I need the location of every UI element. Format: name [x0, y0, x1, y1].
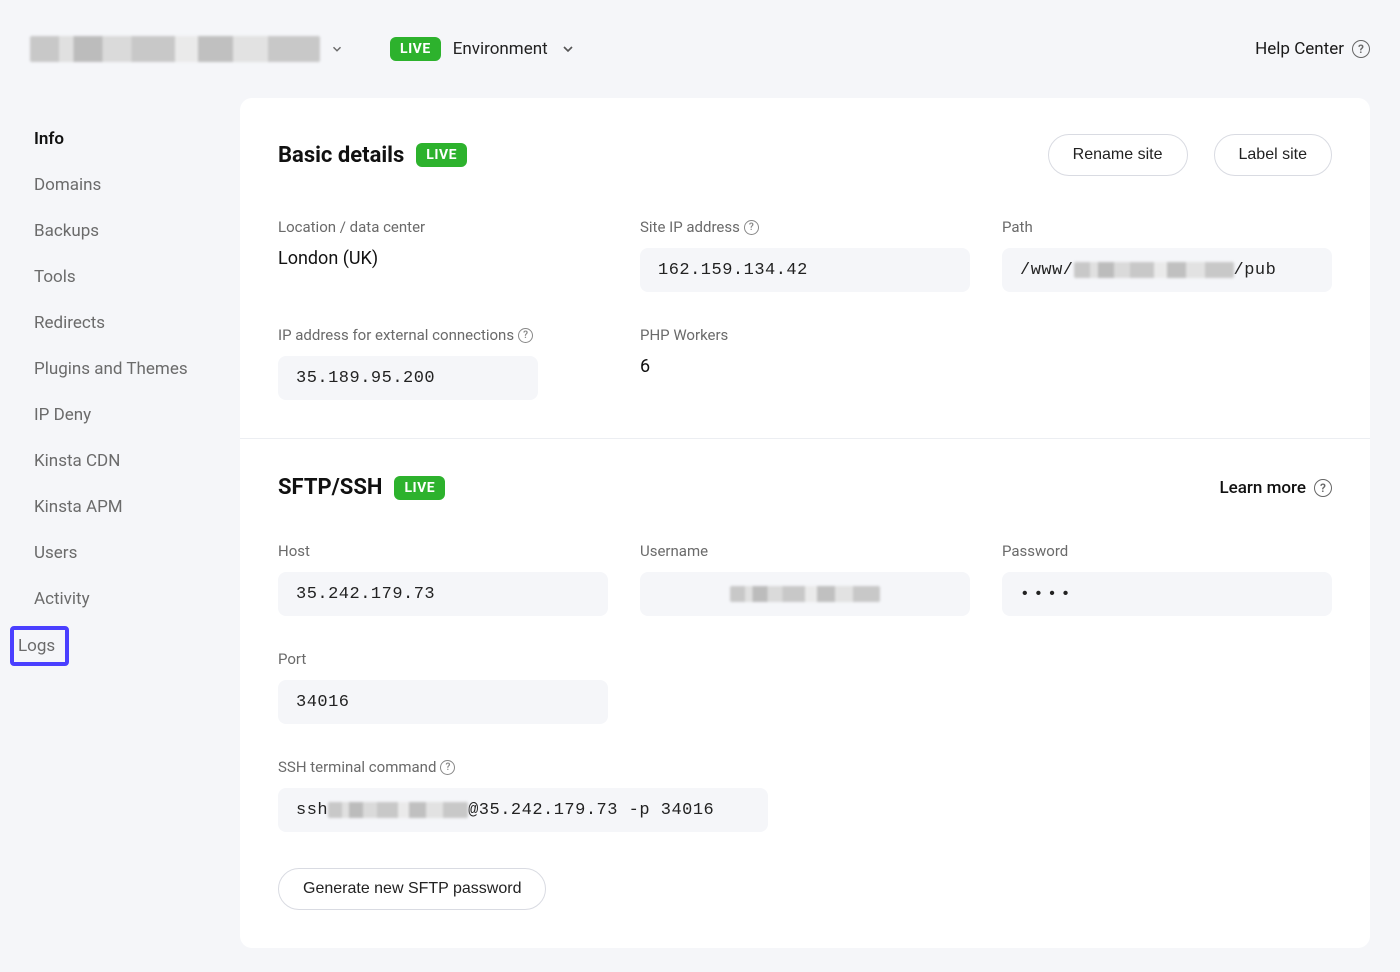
site-ip-value[interactable]: 162.159.134.42 — [640, 248, 970, 292]
site-selector[interactable] — [30, 36, 370, 62]
external-ip-label: IP address for external connections ? — [278, 326, 608, 344]
basic-details-panel: Basic details LIVE Rename site Label sit… — [240, 98, 1370, 438]
generate-sftp-password-button[interactable]: Generate new SFTP password — [278, 868, 546, 910]
environment-label: Environment — [453, 39, 548, 59]
basic-details-title: Basic details — [278, 143, 404, 168]
sidebar-item-kinsta-cdn[interactable]: Kinsta CDN — [30, 438, 216, 484]
sidebar-item-backups[interactable]: Backups — [30, 208, 216, 254]
learn-more-link[interactable]: Learn more ? — [1219, 478, 1332, 498]
username-redacted — [730, 586, 880, 602]
live-badge: LIVE — [390, 37, 441, 61]
path-field: Path /www//pub — [1002, 218, 1332, 292]
username-value[interactable] — [640, 572, 970, 616]
host-field: Host 35.242.179.73 — [278, 542, 608, 616]
ssh-command-value[interactable]: ssh @35.242.179.73 -p 34016 — [278, 788, 768, 832]
environment-selector[interactable]: LIVE Environment — [390, 37, 576, 61]
host-value[interactable]: 35.242.179.73 — [278, 572, 608, 616]
port-value[interactable]: 34016 — [278, 680, 608, 724]
question-icon[interactable]: ? — [518, 328, 533, 343]
sidebar-item-domains[interactable]: Domains — [30, 162, 216, 208]
password-label: Password — [1002, 542, 1332, 560]
site-ip-field: Site IP address ? 162.159.134.42 — [640, 218, 970, 292]
sidebar: Info Domains Backups Tools Redirects Plu… — [30, 98, 216, 664]
location-field: Location / data center London (UK) — [278, 218, 608, 292]
port-label: Port — [278, 650, 608, 668]
host-label: Host — [278, 542, 608, 560]
path-label: Path — [1002, 218, 1332, 236]
location-label: Location / data center — [278, 218, 608, 236]
site-name-redacted — [30, 36, 320, 62]
question-icon: ? — [1314, 479, 1332, 497]
sidebar-item-info[interactable]: Info — [30, 116, 216, 162]
ssh-user-redacted — [328, 802, 468, 818]
sftp-title: SFTP/SSH — [278, 475, 382, 500]
question-icon[interactable]: ? — [440, 760, 455, 775]
sftp-ssh-panel: SFTP/SSH LIVE Learn more ? Host 35.242.1… — [240, 438, 1370, 948]
php-workers-label: PHP Workers — [640, 326, 970, 344]
location-value: London (UK) — [278, 248, 608, 269]
top-bar: LIVE Environment Help Center ? — [30, 24, 1370, 98]
site-ip-label: Site IP address ? — [640, 218, 970, 236]
label-site-button[interactable]: Label site — [1214, 134, 1333, 176]
port-field: Port 34016 — [278, 650, 608, 724]
ssh-command-label: SSH terminal command ? — [278, 758, 970, 776]
sidebar-item-redirects[interactable]: Redirects — [30, 300, 216, 346]
external-ip-value[interactable]: 35.189.95.200 — [278, 356, 538, 400]
main-content: Basic details LIVE Rename site Label sit… — [240, 98, 1370, 948]
ssh-command-field: SSH terminal command ? ssh @35.242.179.7… — [278, 758, 970, 832]
password-field: Password •••• — [1002, 542, 1332, 616]
username-field: Username — [640, 542, 970, 616]
sidebar-item-ip-deny[interactable]: IP Deny — [30, 392, 216, 438]
php-workers-field: PHP Workers 6 — [640, 326, 970, 400]
php-workers-value: 6 — [640, 356, 970, 377]
help-center-link[interactable]: Help Center ? — [1255, 39, 1370, 59]
sidebar-item-activity[interactable]: Activity — [30, 576, 216, 622]
question-icon: ? — [1352, 40, 1370, 58]
external-ip-field: IP address for external connections ? 35… — [278, 326, 608, 400]
password-value[interactable]: •••• — [1002, 572, 1332, 616]
live-badge: LIVE — [394, 476, 445, 500]
sidebar-item-plugins-themes[interactable]: Plugins and Themes — [30, 346, 216, 392]
sidebar-item-tools[interactable]: Tools — [30, 254, 216, 300]
chevron-down-icon — [330, 42, 344, 56]
live-badge: LIVE — [416, 143, 467, 167]
sidebar-item-users[interactable]: Users — [30, 530, 216, 576]
sidebar-item-logs[interactable]: Logs — [12, 628, 67, 664]
question-icon[interactable]: ? — [744, 220, 759, 235]
rename-site-button[interactable]: Rename site — [1048, 134, 1188, 176]
username-label: Username — [640, 542, 970, 560]
chevron-down-icon — [560, 41, 576, 57]
path-value[interactable]: /www//pub — [1002, 248, 1332, 292]
help-center-label: Help Center — [1255, 39, 1344, 59]
sidebar-item-kinsta-apm[interactable]: Kinsta APM — [30, 484, 216, 530]
path-redacted — [1074, 262, 1234, 278]
